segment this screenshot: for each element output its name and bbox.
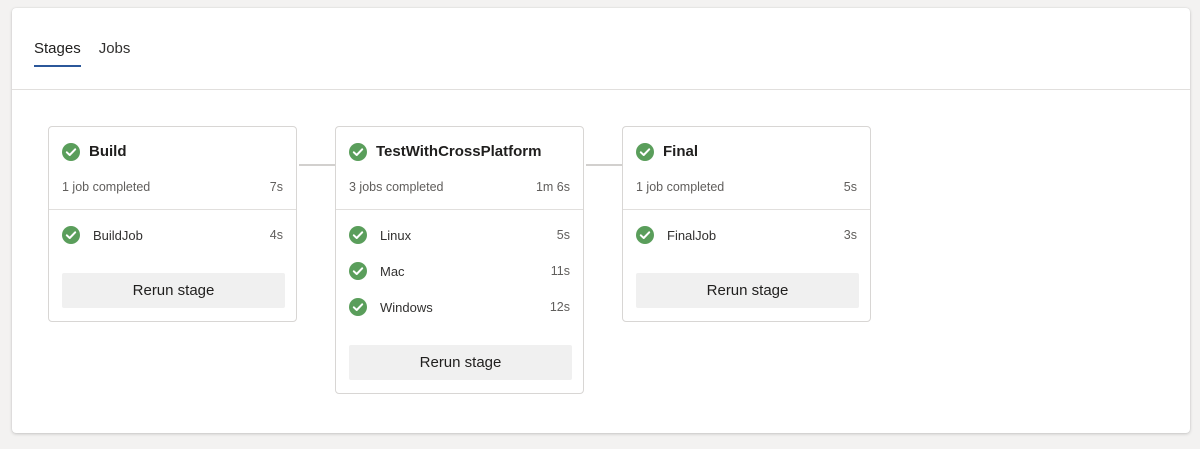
rerun-stage-button[interactable]: Rerun stage — [62, 273, 285, 308]
rerun-stage-button[interactable]: Rerun stage — [349, 345, 572, 380]
pipeline-panel: Stages Jobs Build 1 job completed 7s Bui… — [12, 8, 1190, 433]
job-list: Linux 5s Mac 11s Windows 12s — [336, 210, 583, 318]
job-duration: 3s — [843, 228, 857, 242]
job-duration: 5s — [556, 228, 570, 242]
stage-duration: 1m 6s — [535, 180, 570, 194]
job-name: Windows — [380, 300, 433, 315]
job-duration: 11s — [550, 264, 570, 278]
job-duration: 4s — [269, 228, 283, 242]
stage-duration: 5s — [843, 180, 857, 194]
job-row[interactable]: Mac 11s — [336, 246, 583, 282]
job-duration: 12s — [549, 300, 570, 314]
stage-summary: 1 job completed — [62, 180, 151, 194]
job-list: BuildJob 4s — [49, 210, 296, 246]
tab-jobs[interactable]: Jobs — [99, 40, 131, 67]
success-check-icon — [62, 226, 80, 244]
job-name: Linux — [380, 228, 412, 243]
tab-stages[interactable]: Stages — [34, 40, 81, 67]
job-row[interactable]: Windows 12s — [336, 282, 583, 318]
job-list: FinalJob 3s — [623, 210, 870, 246]
stage-card-final[interactable]: Final 1 job completed 5s FinalJob 3s Rer… — [622, 126, 871, 322]
stage-connector — [586, 164, 622, 166]
stage-summary: 3 jobs completed — [349, 180, 444, 194]
stage-card-build[interactable]: Build 1 job completed 7s BuildJob 4s Rer… — [48, 126, 297, 322]
success-check-icon — [349, 298, 367, 316]
success-check-icon — [636, 226, 654, 244]
success-check-icon — [636, 143, 654, 161]
success-check-icon — [349, 226, 367, 244]
success-check-icon — [349, 262, 367, 280]
success-check-icon — [349, 143, 367, 161]
job-name: FinalJob — [667, 228, 717, 243]
stage-title[interactable]: TestWithCrossPlatform — [376, 143, 541, 160]
stage-title[interactable]: Final — [663, 143, 698, 160]
stage-card-testwithcrossplatform[interactable]: TestWithCrossPlatform 3 jobs completed 1… — [335, 126, 584, 394]
stage-connector — [299, 164, 335, 166]
stage-title[interactable]: Build — [89, 143, 127, 160]
stage-header: Final 1 job completed 5s — [623, 127, 870, 210]
tab-divider — [12, 89, 1190, 90]
rerun-stage-button[interactable]: Rerun stage — [636, 273, 859, 308]
stage-summary: 1 job completed — [636, 180, 725, 194]
job-name: Mac — [380, 264, 405, 279]
job-row[interactable]: Linux 5s — [336, 210, 583, 246]
job-row[interactable]: BuildJob 4s — [49, 210, 296, 246]
job-name: BuildJob — [93, 228, 143, 243]
job-row[interactable]: FinalJob 3s — [623, 210, 870, 246]
tab-bar: Stages Jobs — [34, 40, 130, 67]
stage-header: Build 1 job completed 7s — [49, 127, 296, 210]
stage-header: TestWithCrossPlatform 3 jobs completed 1… — [336, 127, 583, 210]
stage-duration: 7s — [269, 180, 283, 194]
success-check-icon — [62, 143, 80, 161]
